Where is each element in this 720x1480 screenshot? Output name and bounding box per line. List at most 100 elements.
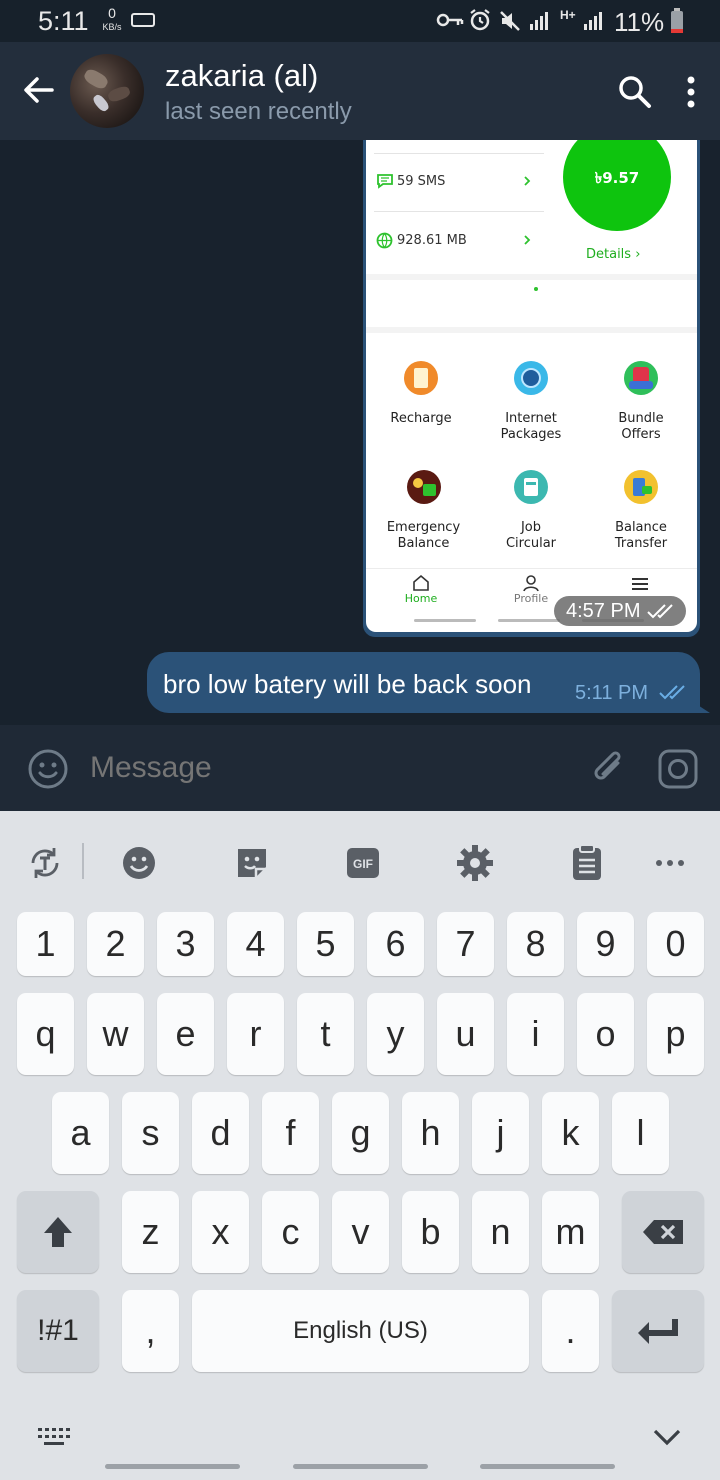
key-0[interactable]: 0 [647, 912, 704, 976]
sticker-icon[interactable] [230, 841, 274, 885]
outgoing-message[interactable]: bro low batery will be back soon 5:11 PM [147, 652, 700, 713]
key-i[interactable]: i [507, 993, 564, 1075]
nav-home[interactable]: Home [396, 574, 446, 605]
comma-key[interactable]: , [122, 1290, 179, 1372]
tile-recharge[interactable]: Recharge [366, 361, 476, 427]
tile-label-2: Offers [621, 427, 661, 442]
nav-home-label: Home [404, 592, 438, 605]
settings-gear-icon[interactable] [453, 841, 497, 885]
key-f[interactable]: f [262, 1092, 319, 1174]
backspace-key[interactable] [622, 1191, 704, 1273]
tile-internet-packages[interactable]: Internet Packages [476, 361, 586, 443]
key-y[interactable]: y [367, 993, 424, 1075]
period-key[interactable]: . [542, 1290, 599, 1372]
space-key[interactable]: English (US) [192, 1290, 529, 1372]
tile-balance-transfer[interactable]: Balance Transfer [586, 470, 696, 552]
key-u[interactable]: u [437, 993, 494, 1075]
nav-handle [105, 1464, 240, 1469]
symbols-key[interactable]: !#1 [17, 1290, 99, 1372]
key-3[interactable]: 3 [157, 912, 214, 976]
keyboard: GIF 1 2 3 4 5 6 7 8 9 0 q w e r t y u i … [0, 811, 720, 1480]
tile-label: Job [520, 520, 542, 535]
key-q[interactable]: q [17, 993, 74, 1075]
profile-icon [523, 575, 539, 592]
nav-handle [480, 1464, 615, 1469]
internet-packages-icon [514, 361, 548, 395]
nav-profile[interactable]: Profile [506, 574, 556, 605]
key-8[interactable]: 8 [507, 912, 564, 976]
chevron-right-icon: › [635, 247, 641, 262]
key-g[interactable]: g [332, 1092, 389, 1174]
search-icon[interactable] [617, 74, 653, 110]
enter-key[interactable] [612, 1290, 704, 1372]
divider [366, 274, 697, 280]
keyboard-emoji-icon[interactable] [117, 841, 161, 885]
key-a[interactable]: a [52, 1092, 109, 1174]
key-6[interactable]: 6 [367, 912, 424, 976]
key-k[interactable]: k [542, 1092, 599, 1174]
divider [366, 327, 697, 333]
scroll-indicator [414, 619, 476, 622]
pager-dot [534, 287, 538, 291]
tile-emergency-balance[interactable]: Emergency Balance [366, 470, 481, 552]
clipboard-icon[interactable] [565, 841, 609, 885]
back-arrow-icon[interactable] [20, 72, 56, 108]
more-options-icon[interactable] [648, 841, 692, 885]
key-1[interactable]: 1 [17, 912, 74, 976]
key-b[interactable]: b [402, 1191, 459, 1273]
divider [374, 211, 544, 212]
key-x[interactable]: x [192, 1191, 249, 1273]
balance-circle: ৳9.57 [563, 140, 671, 231]
key-o[interactable]: o [577, 993, 634, 1075]
attach-icon[interactable] [589, 749, 629, 789]
shift-key[interactable] [17, 1191, 99, 1273]
chevron-down-icon[interactable] [652, 1428, 682, 1446]
gif-icon[interactable]: GIF [341, 841, 385, 885]
status-bar: 5:11 0 KB/s H+ 11% [0, 0, 720, 42]
key-p[interactable]: p [647, 993, 704, 1075]
tile-label-2: Balance [397, 536, 450, 551]
tile-label: Bundle [618, 411, 664, 426]
divider [366, 568, 697, 569]
key-d[interactable]: d [192, 1092, 249, 1174]
avatar[interactable] [70, 54, 144, 128]
message-time: 5:11 PM [575, 682, 648, 704]
contact-name[interactable]: zakaria (al) [165, 58, 318, 94]
menu-icon[interactable] [630, 576, 650, 592]
key-m[interactable]: m [542, 1191, 599, 1273]
translate-icon[interactable] [23, 841, 67, 885]
key-l[interactable]: l [612, 1092, 669, 1174]
key-t[interactable]: t [297, 993, 354, 1075]
network-type: H+ [560, 8, 576, 22]
camera-icon[interactable] [657, 748, 699, 790]
key-c[interactable]: c [262, 1191, 319, 1273]
key-7[interactable]: 7 [437, 912, 494, 976]
last-seen: last seen recently [165, 98, 352, 125]
divider [374, 153, 544, 154]
details-link[interactable]: Details › [586, 247, 640, 262]
tile-bundle-offers[interactable]: Bundle Offers [586, 361, 696, 443]
key-5[interactable]: 5 [297, 912, 354, 976]
key-9[interactable]: 9 [577, 912, 634, 976]
tile-job-circular[interactable]: Job Circular [476, 470, 586, 552]
key-z[interactable]: z [122, 1191, 179, 1273]
keyboard-hide-icon[interactable] [38, 1428, 70, 1446]
key-v[interactable]: v [332, 1191, 389, 1273]
key-2[interactable]: 2 [87, 912, 144, 976]
key-s[interactable]: s [122, 1092, 179, 1174]
key-4[interactable]: 4 [227, 912, 284, 976]
key-j[interactable]: j [472, 1092, 529, 1174]
sms-icon [377, 174, 393, 189]
bundle-offers-icon [624, 361, 658, 395]
backspace-icon [643, 1220, 683, 1244]
key-h[interactable]: h [402, 1092, 459, 1174]
key-w[interactable]: w [87, 993, 144, 1075]
message-input[interactable] [90, 743, 570, 793]
key-n[interactable]: n [472, 1191, 529, 1273]
more-menu-icon[interactable] [684, 74, 698, 110]
details-label: Details [586, 247, 632, 262]
key-r[interactable]: r [227, 993, 284, 1075]
image-message[interactable]: 59 SMS 928.61 MB ৳9.57 Details › Recharg… [363, 140, 700, 637]
key-e[interactable]: e [157, 993, 214, 1075]
emoji-icon[interactable] [27, 748, 69, 790]
